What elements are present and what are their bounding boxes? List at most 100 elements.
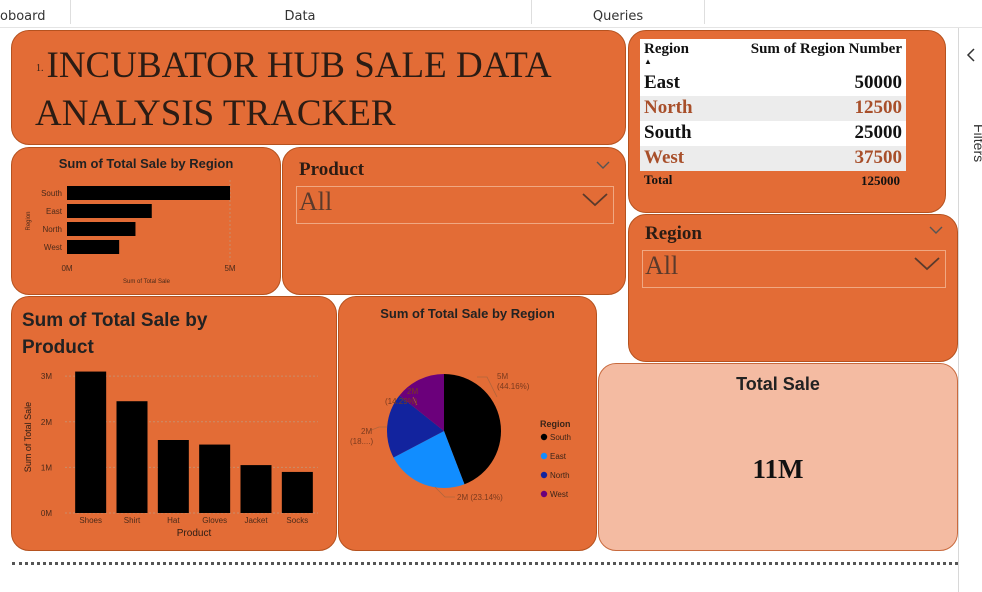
total-sale-card[interactable]: Total Sale 11M <box>598 363 958 551</box>
data-label: 2M <box>361 427 372 436</box>
row-region: East <box>644 72 680 93</box>
ribbon-separator <box>531 0 532 24</box>
x-axis-label: Product <box>177 528 212 539</box>
table-total-row: Total 125000 <box>640 171 906 191</box>
tab-dashboard[interactable]: oboard <box>0 0 70 28</box>
legend-entry: West <box>550 490 569 499</box>
chevron-down-icon <box>913 253 941 277</box>
total-value: 125000 <box>861 173 900 188</box>
category-label: Jacket <box>244 516 268 525</box>
bar-south <box>67 186 230 200</box>
data-label-pct: (44.16%) <box>497 382 530 391</box>
category-label: South <box>41 189 62 198</box>
dropdown-value: All <box>645 251 679 280</box>
bar-gloves <box>199 444 231 513</box>
table-row[interactable]: South 25000 <box>640 121 906 146</box>
card-label: Total Sale <box>736 374 820 394</box>
row-value: 25000 <box>854 122 903 143</box>
report-canvas: 1.INCUBATOR HUB SALE DATA ANALYSIS TRACK… <box>0 28 958 592</box>
chevron-down-icon[interactable] <box>929 223 943 239</box>
product-bar-chart-tile[interactable]: Sum of Total Sale by Product 0M 1M 2M 3M Sho… <box>11 296 337 551</box>
category-label: North <box>42 225 62 234</box>
region-slicer-tile[interactable]: Region All <box>628 214 958 362</box>
chevron-down-icon[interactable] <box>596 158 610 174</box>
title-tile[interactable]: 1.INCUBATOR HUB SALE DATA ANALYSIS TRACK… <box>11 30 626 145</box>
category-label: East <box>46 207 63 216</box>
data-label-pct: (14.29%) <box>385 397 418 406</box>
page-title: 1.INCUBATOR HUB SALE DATA ANALYSIS TRACK… <box>35 43 552 136</box>
title-line-2: ANALYSIS TRACKER <box>35 93 396 135</box>
header-region[interactable]: Region <box>644 41 689 58</box>
tick-label: 3M <box>41 372 52 381</box>
region-bar-chart-tile[interactable]: Sum of Total Sale by Region South East Nor… <box>11 147 281 295</box>
tick-label: 2M <box>41 418 52 427</box>
region-pie-chart: 5M(44.16%)2M (23.14%)2M(18....)2M(14.29%… <box>350 372 571 502</box>
tab-data[interactable]: Data <box>250 0 350 28</box>
category-label: Socks <box>286 516 308 525</box>
category-label: Hat <box>167 516 180 525</box>
y-axis-label: Sum of Total Sale <box>23 402 33 472</box>
table-row[interactable]: West 37500 <box>640 146 906 171</box>
data-label: 5M <box>497 372 508 381</box>
bar-north <box>67 222 136 236</box>
legend-marker <box>540 471 548 479</box>
row-region: North <box>644 97 693 118</box>
region-dropdown[interactable]: All <box>642 250 946 288</box>
region-bar-chart: South East North West 0M 5M Sum of Total Sale R… <box>26 180 236 285</box>
bar-jacket <box>240 465 272 513</box>
y-axis-label: Region <box>26 211 32 230</box>
chevron-left-icon[interactable] <box>966 48 976 66</box>
tick-label: 0M <box>61 264 72 273</box>
product-dropdown[interactable]: All <box>296 186 614 224</box>
dropdown-value: All <box>299 187 333 216</box>
table-header: Region ▲ Sum of Region Number <box>640 39 906 71</box>
region-table: Region ▲ Sum of Region Number East 50000… <box>640 39 906 191</box>
filters-label: Filters <box>971 124 982 163</box>
page-boundary <box>12 562 958 565</box>
category-label: Gloves <box>202 516 227 525</box>
table-row[interactable]: North 12500 <box>640 96 906 121</box>
product-slicer-tile[interactable]: Product All <box>282 147 626 295</box>
category-label: Shirt <box>124 516 141 525</box>
bar-socks <box>281 471 313 513</box>
bar-east <box>67 204 152 218</box>
row-value: 12500 <box>854 97 903 118</box>
legend-entry: South <box>550 433 571 442</box>
app-window: oboard Data Queries 1.INCUBATOR HUB SALE… <box>0 0 982 592</box>
region-table-tile[interactable]: Region ▲ Sum of Region Number East 50000… <box>628 30 946 213</box>
leader-line <box>434 486 455 498</box>
ribbon: oboard Data Queries <box>0 0 982 28</box>
bar-west <box>67 240 120 254</box>
ribbon-separator <box>704 0 705 24</box>
row-region: South <box>644 122 692 143</box>
data-label-pct: (18....) <box>350 437 373 446</box>
x-axis-label: Sum of Total Sale <box>123 279 171 285</box>
data-label: 2M (23.14%) <box>457 493 503 502</box>
card-value: 11M <box>752 454 804 484</box>
data-label: 2M <box>407 387 418 396</box>
region-pie-chart-tile[interactable]: Sum of Total Sale by Region 5M (44.16%) 2M… <box>338 296 597 551</box>
header-sum-region-number[interactable]: Sum of Region Number <box>751 41 902 58</box>
bar-shirt <box>116 401 148 513</box>
category-label: Shoes <box>79 516 102 525</box>
sort-ascending-icon: ▲ <box>644 57 652 66</box>
slicer-title: Region <box>645 223 702 244</box>
category-label: West <box>44 243 63 252</box>
total-label: Total <box>644 172 673 187</box>
legend-entry: East <box>550 452 567 461</box>
tick-label: 0M <box>41 509 52 518</box>
tab-queries[interactable]: Queries <box>568 0 668 28</box>
ribbon-separator <box>70 0 71 24</box>
table-row[interactable]: East 50000 <box>640 71 906 96</box>
slicer-title: Product <box>299 159 365 180</box>
product-bar-chart: 0M 1M 2M 3M Shoes Shirt Hat Gloves Jacket Socks Pr… <box>23 371 318 539</box>
legend-marker <box>540 452 548 460</box>
filters-pane[interactable]: Filters <box>958 28 982 592</box>
legend-entry: North <box>550 471 570 480</box>
tick-label: 5M <box>224 264 235 273</box>
bar-hat <box>157 440 189 513</box>
tick-label: 1M <box>41 463 52 472</box>
title-line-1: INCUBATOR HUB SALE DATA <box>46 45 552 86</box>
chevron-down-icon <box>581 189 609 213</box>
legend-marker <box>540 433 548 441</box>
